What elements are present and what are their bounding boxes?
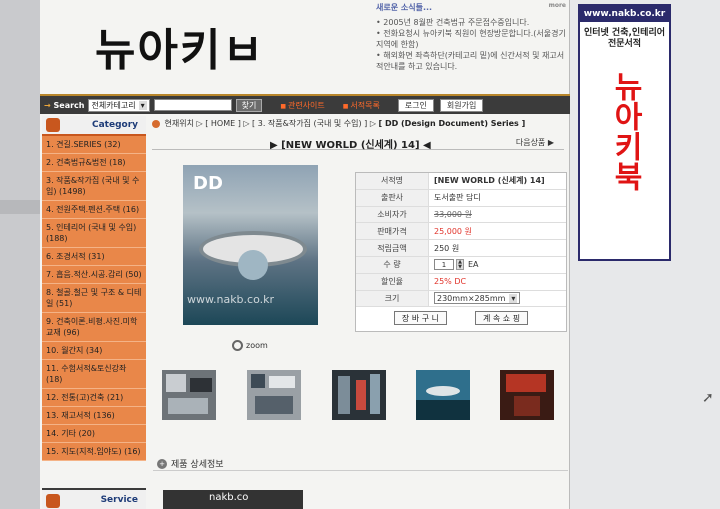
cover-shape xyxy=(238,250,268,280)
category-item[interactable]: 13. 재고서적 (136) xyxy=(42,407,146,425)
quantity-unit: EA xyxy=(468,260,479,270)
news-item[interactable]: 2005년 8월판 건축법규 주문접수중입니다. xyxy=(376,17,566,28)
product-info-table: 서적명 [NEW WORLD (신세계) 14] 출판사 도서출판 담디 소비자가 3… xyxy=(355,172,567,333)
category-item[interactable]: 12. 전통(고)건축 (21) xyxy=(42,389,146,407)
continue-shopping-button[interactable]: 계 속 쇼 핑 xyxy=(475,311,529,326)
product-title: ▶ [NEW WORLD (신세계) 14] ◀ xyxy=(270,140,431,151)
detail-section-header: + 제품 상세정보 xyxy=(157,457,224,470)
info-row: 출판사 도서출판 담디 xyxy=(356,189,566,207)
search-label: → Search xyxy=(44,100,85,110)
category-item[interactable]: 4. 전원주택.펜션.주택 (16) xyxy=(42,201,146,219)
edge-highlight xyxy=(0,200,40,214)
zoom-button[interactable]: zoom xyxy=(232,340,268,351)
search-button[interactable]: 찾기 xyxy=(235,98,263,112)
breadcrumb-current: [ DD (Design Document) Series ] xyxy=(378,119,526,128)
web-page: 뉴아키ㅂ 새로운 소식들... more 2005년 8월판 건축법규 주문접수… xyxy=(40,0,570,509)
info-row: 적립금액 250 원 xyxy=(356,240,566,257)
banner-vertical-title: 뉴아키북 xyxy=(607,71,643,191)
category-item[interactable]: 2. 건축법규&법전 (18) xyxy=(42,154,146,172)
search-bar: → Search 전체카테고리▾ 찾기 관련사이트 서적목록 로그인 회원가입 xyxy=(40,94,570,114)
category-item[interactable]: 5. 인테리어 (국내 및 수입) (188) xyxy=(42,219,146,248)
category-sidebar: Category 1. 견길.SERIES (32) 2. 건축법규&법전 (1… xyxy=(42,116,146,509)
location-icon xyxy=(152,119,160,128)
chevron-down-icon: ▾ xyxy=(138,100,147,110)
news-item[interactable]: 전화요청시 뉴아키북 직원이 현장방문합니다.(서울경기지역에 한함) xyxy=(376,28,566,50)
side-banner[interactable]: www.nakb.co.kr 인터넷 건축,인테리어 전문서적 뉴아키북 xyxy=(578,4,671,261)
quantity-stepper[interactable]: ▲ ▼ xyxy=(456,259,464,271)
quantity-row: 수 량 1 ▲ ▼ EA xyxy=(356,256,566,274)
thumbnail-image[interactable] xyxy=(247,370,301,420)
breadcrumb-path[interactable]: 현재위치 ▷ [ HOME ] ▷ [ 3. 작품&작가집 (국내 및 수입) … xyxy=(165,119,376,128)
news-item[interactable]: 해외화면 좌측하단(카테고리 밑)에 신간서적 및 재고서적안내를 하고 있습니… xyxy=(376,50,566,72)
info-row: 서적명 [NEW WORLD (신세계) 14] xyxy=(356,173,566,190)
breadcrumb: 현재위치 ▷ [ HOME ] ▷ [ 3. 작품&작가집 (국내 및 수입) … xyxy=(152,118,525,129)
monitor-left-edge xyxy=(0,0,40,509)
book-cover-image[interactable]: DD www.nakb.co.kr xyxy=(183,165,318,325)
service-header: Service xyxy=(42,488,146,509)
category-item[interactable]: 15. 지도(지적.임야도) (16) xyxy=(42,443,146,461)
size-row: 크기 230mm×285mm ▾ xyxy=(356,290,566,308)
category-item[interactable]: 14. 기타 (20) xyxy=(42,425,146,443)
category-item[interactable]: 8. 철골.철근 및 구조 & 디테일 (51) xyxy=(42,284,146,313)
category-item[interactable]: 1. 견길.SERIES (32) xyxy=(42,136,146,154)
chevron-down-icon: ▾ xyxy=(509,293,518,303)
news-title: 새로운 소식들... xyxy=(376,3,433,12)
thumbnail-image[interactable] xyxy=(332,370,386,420)
mouse-cursor-icon: ➚ xyxy=(702,390,714,406)
info-row: 판매가격 25,000 원 xyxy=(356,223,566,241)
next-product-link[interactable]: 다음상품 ▶ xyxy=(516,137,554,148)
news-panel: 새로운 소식들... more 2005년 8월판 건축법규 주문접수중입니다.… xyxy=(376,2,566,90)
right-margin: www.nakb.co.kr 인터넷 건축,인테리어 전문서적 뉴아키북 ➚ xyxy=(570,0,720,509)
news-header: 새로운 소식들... more xyxy=(376,2,566,13)
magnifier-icon xyxy=(232,340,243,351)
category-list: 1. 견길.SERIES (32) 2. 건축법규&법전 (18) 3. 작품&… xyxy=(42,136,146,461)
category-header: Category xyxy=(42,116,146,136)
book-list-link[interactable]: 서적목록 xyxy=(343,100,379,111)
site-logo[interactable]: 뉴아키ㅂ xyxy=(95,14,265,78)
category-item[interactable]: 9. 건축이론.비평.사진.미학교재 (96) xyxy=(42,313,146,342)
service-icon xyxy=(46,494,60,508)
cover-title: DD xyxy=(193,173,223,194)
category-item[interactable]: 11. 수험서적&토신강좌 (18) xyxy=(42,360,146,389)
category-item[interactable]: 7. 흡음.적산.시공.감리 (50) xyxy=(42,266,146,284)
related-sites-link[interactable]: 관련사이트 xyxy=(280,100,325,111)
size-select[interactable]: 230mm×285mm ▾ xyxy=(434,292,521,305)
info-row: 소비자가 33,000 원 xyxy=(356,206,566,224)
banner-url: www.nakb.co.kr xyxy=(580,6,669,22)
discount-row: 할인율 25% DC xyxy=(356,273,566,291)
news-more-link[interactable]: more xyxy=(549,2,566,13)
category-icon xyxy=(46,118,60,132)
category-item[interactable]: 10. 월간지 (34) xyxy=(42,342,146,360)
product-title-row: ▶ [NEW WORLD (신세계) 14] ◀ 다음상품 ▶ xyxy=(152,134,564,151)
detail-image: nakb.co xyxy=(163,490,303,509)
search-input[interactable] xyxy=(153,99,232,111)
banner-subtitle: 인터넷 건축,인테리어 전문서적 xyxy=(583,28,666,49)
category-item[interactable]: 6. 조경서적 (31) xyxy=(42,248,146,266)
cover-watermark: www.nakb.co.kr xyxy=(187,293,275,306)
thumbnail-image[interactable] xyxy=(500,370,554,420)
thumbnail-image[interactable] xyxy=(416,370,470,420)
plus-icon: + xyxy=(157,458,167,469)
cart-button[interactable]: 장 바 구 니 xyxy=(393,311,447,326)
join-button[interactable]: 회원가입 xyxy=(439,98,484,112)
login-button[interactable]: 로그인 xyxy=(397,98,434,112)
divider xyxy=(153,470,568,471)
thumbnail-image[interactable] xyxy=(162,370,216,420)
quantity-input[interactable]: 1 xyxy=(434,259,454,271)
category-item[interactable]: 3. 작품&작가집 (국내 및 수입) (1498) xyxy=(42,172,146,201)
action-buttons: 장 바 구 니 계 속 쇼 핑 xyxy=(356,307,566,331)
category-select[interactable]: 전체카테고리 ▾ xyxy=(88,98,150,112)
